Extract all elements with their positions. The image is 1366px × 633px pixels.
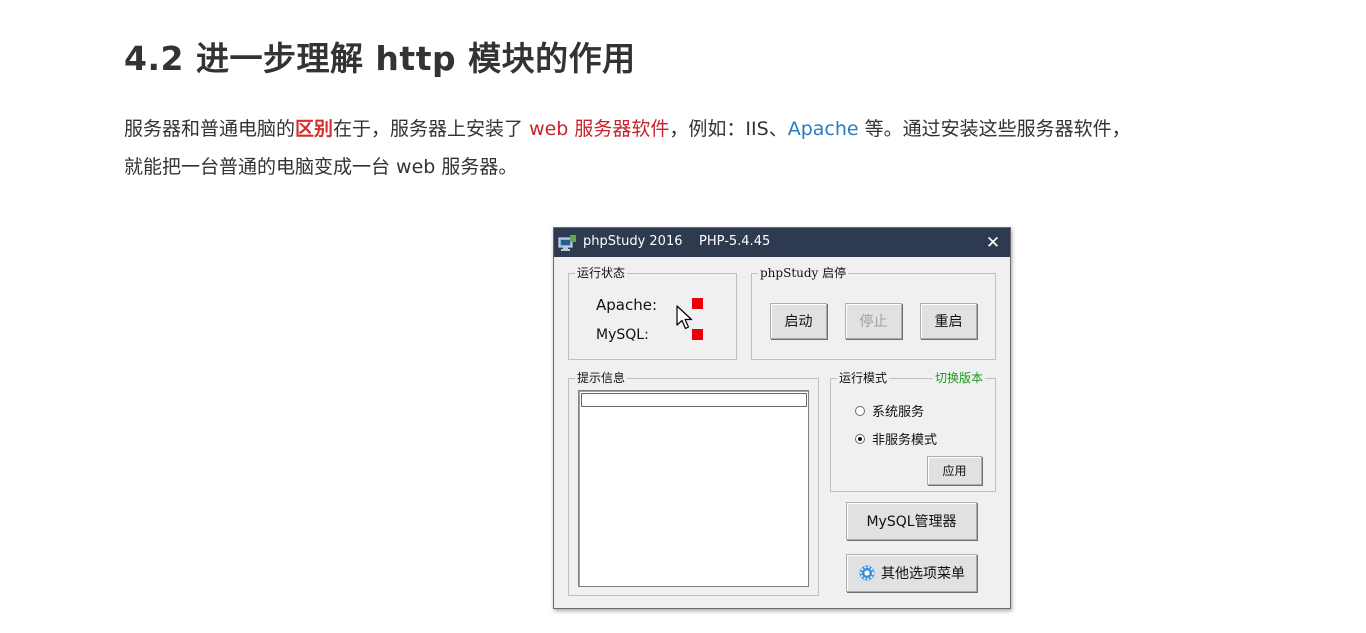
status-group-label: 运行状态 (575, 265, 628, 281)
other-options-button[interactable]: 其他选项菜单 (846, 554, 977, 592)
para-text: 等。通过安装这些服务器软件， (858, 118, 1131, 140)
para-highlight-apache: Apache (787, 118, 859, 140)
close-icon: ✕ (985, 233, 1001, 253)
radio-system-service[interactable]: 系统服务 (855, 401, 924, 420)
para-highlight-difference: 区别 (295, 118, 334, 140)
para-text: 服务器和普通电脑的 (124, 118, 296, 140)
info-group-label: 提示信息 (575, 370, 628, 386)
control-group-label: phpStudy 启停 (758, 265, 849, 281)
info-list-item[interactable] (581, 393, 807, 407)
mouse-cursor-icon (676, 305, 693, 330)
mode-group: 运行模式 切换版本 系统服务 非服务模式 应用 (830, 370, 996, 492)
close-button[interactable]: ✕ (980, 230, 1006, 254)
stop-button[interactable]: 停止 (845, 303, 902, 339)
control-group: phpStudy 启停 启动 停止 重启 (751, 265, 996, 360)
status-group: 运行状态 Apache: MySQL: (568, 265, 737, 360)
intro-paragraph: 服务器和普通电脑的区别在于，服务器上安装了 web 服务器软件，例如：IIS、A… (124, 110, 1244, 186)
mysql-label: MySQL: (596, 327, 649, 343)
apply-button[interactable]: 应用 (927, 456, 982, 485)
mode-group-label: 运行模式 (837, 370, 890, 386)
page-title: 4.2 进一步理解 http 模块的作用 (124, 39, 636, 78)
restart-button[interactable]: 重启 (920, 303, 977, 339)
mysql-manager-button[interactable]: MySQL管理器 (846, 502, 977, 540)
para-highlight-web-server: web 服务器软件 (529, 118, 670, 140)
radio-label: 系统服务 (872, 405, 925, 420)
gear-icon (859, 565, 875, 581)
radio-button-checked[interactable] (855, 433, 865, 444)
info-listbox[interactable] (578, 390, 809, 587)
window-title: phpStudy 2016 PHP-5.4.45 (583, 234, 771, 249)
other-options-label: 其他选项菜单 (881, 566, 965, 582)
phpstudy-icon (558, 235, 576, 251)
para-text: 在于，服务器上安装了 (333, 118, 530, 140)
window-titlebar[interactable]: phpStudy 2016 PHP-5.4.45 ✕ (554, 228, 1010, 257)
switch-version-link[interactable]: 切换版本 (932, 370, 985, 386)
radio-button[interactable] (855, 405, 865, 416)
apache-label: Apache: (596, 296, 658, 314)
info-group: 提示信息 (568, 370, 819, 596)
page: 4.2 进一步理解 http 模块的作用 服务器和普通电脑的区别在于，服务器上安… (0, 0, 1366, 633)
para-text: ，例如：IIS、 (669, 118, 788, 140)
radio-non-service[interactable]: 非服务模式 (855, 429, 937, 448)
para-text: 就能把一台普通的电脑变成一台 web 服务器。 (124, 156, 518, 178)
start-button[interactable]: 启动 (770, 303, 827, 339)
radio-label: 非服务模式 (872, 433, 938, 448)
phpstudy-window: phpStudy 2016 PHP-5.4.45 ✕ 运行状态 Apache: … (553, 227, 1011, 609)
